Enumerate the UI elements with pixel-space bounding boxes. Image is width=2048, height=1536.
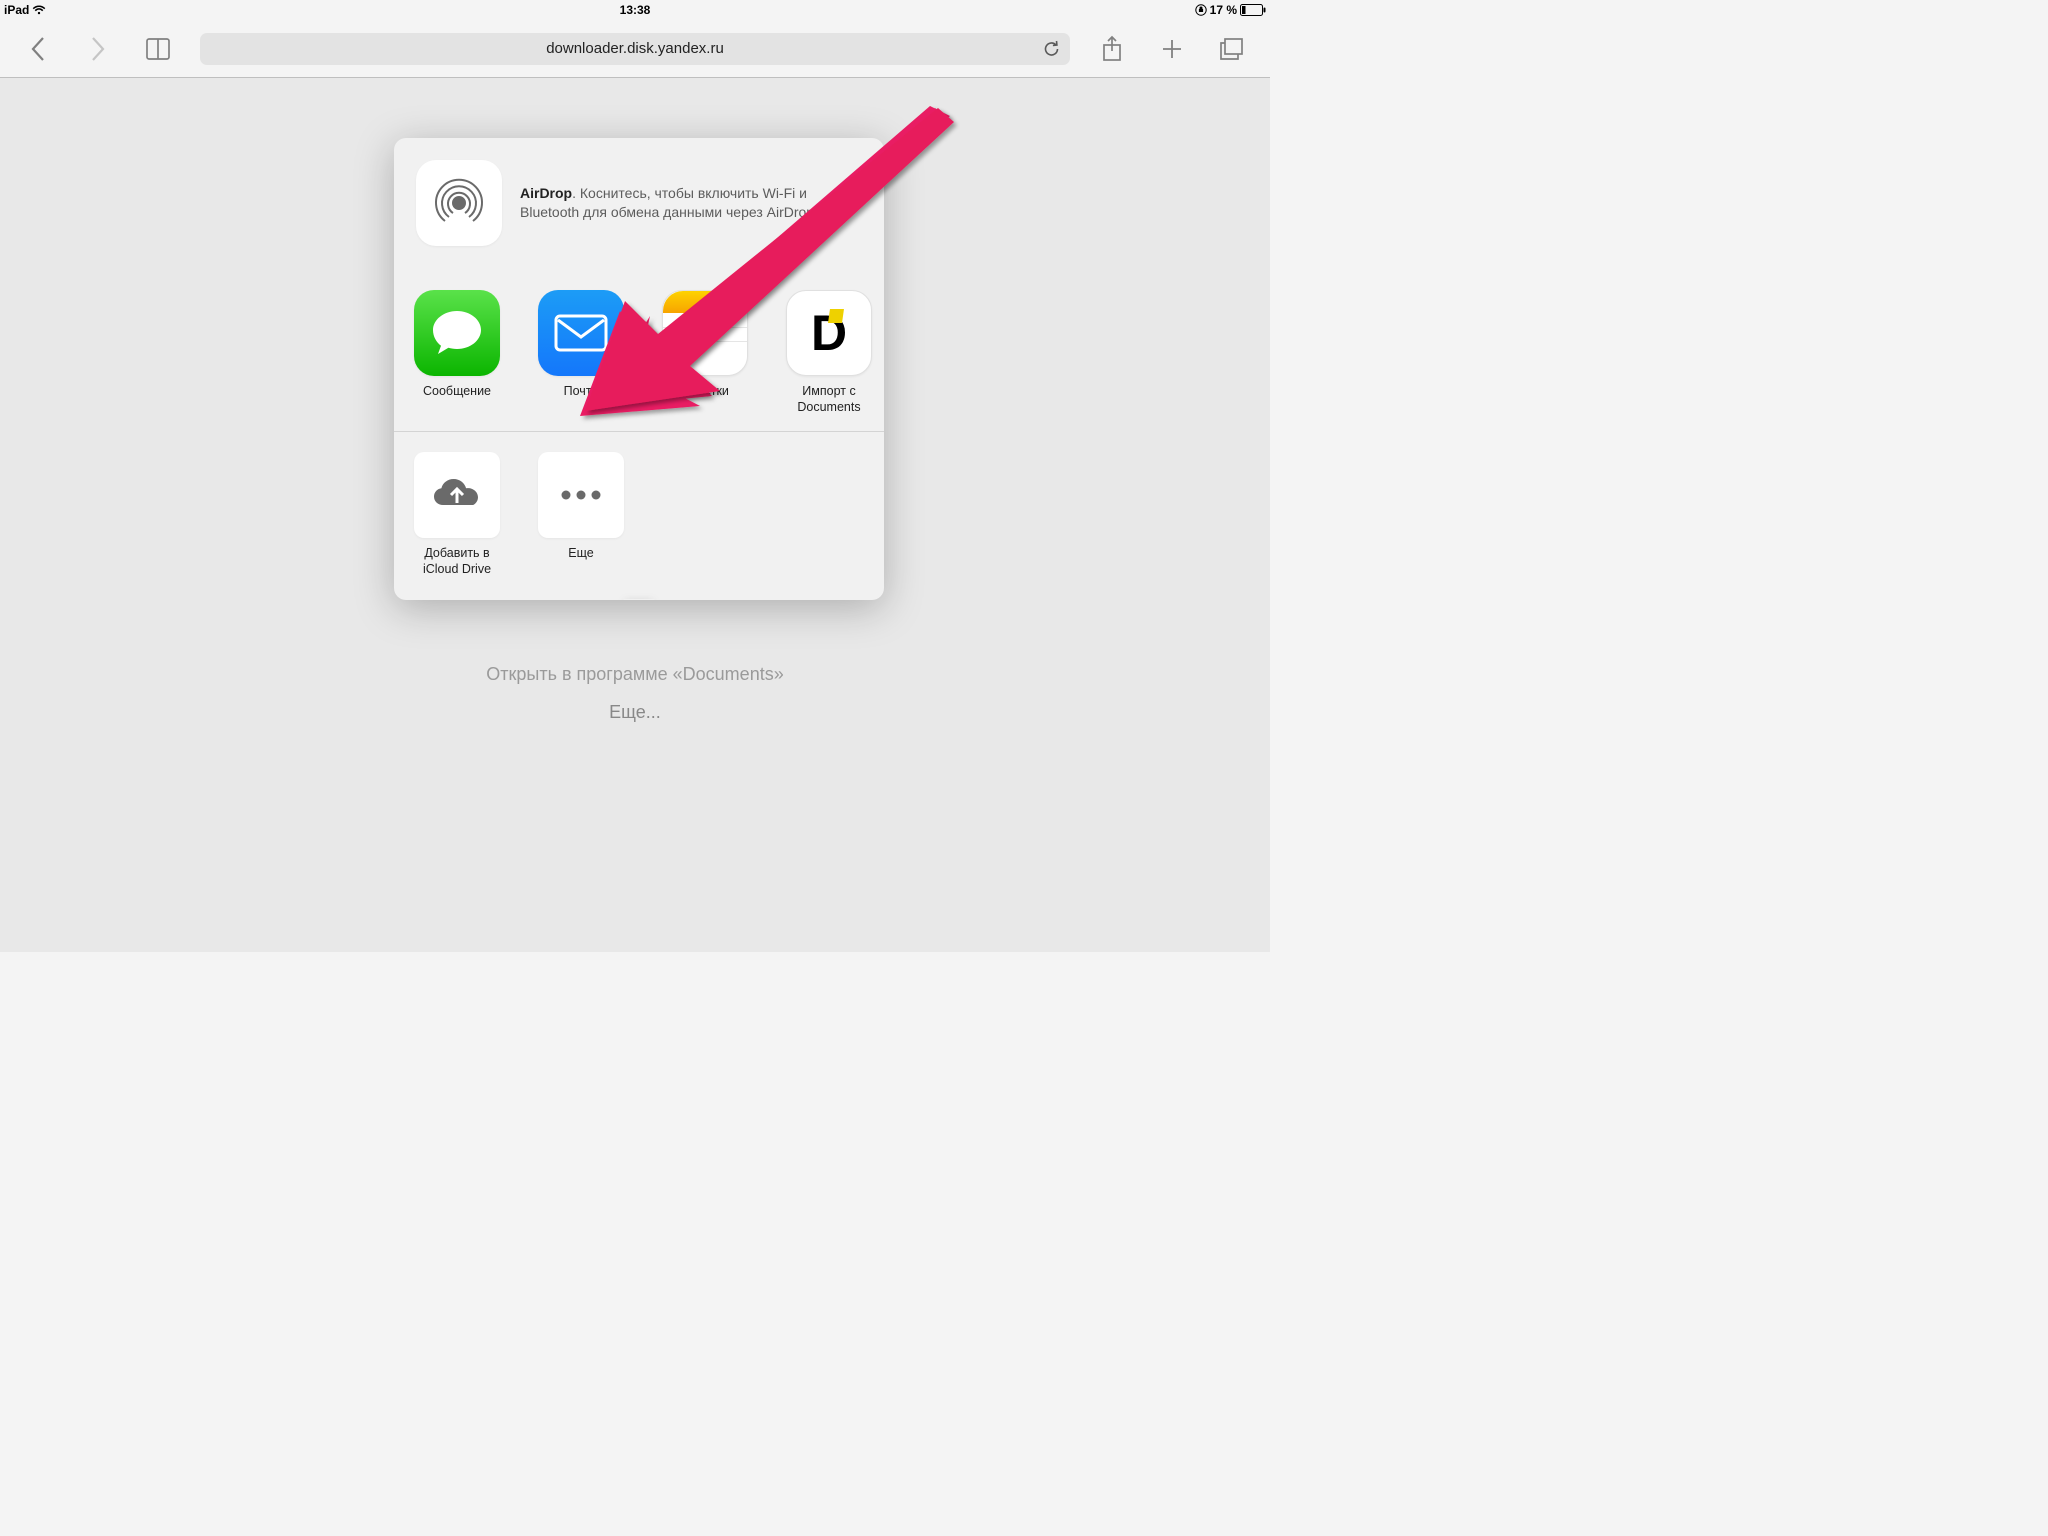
more-label: Еще — [568, 546, 593, 562]
icloud-drive-label: Добавить в iCloud Drive — [406, 546, 508, 577]
notes-label: Заметки — [681, 384, 729, 400]
share-sheet: AirDrop. Коснитесь, чтобы включить Wi-Fi… — [394, 138, 884, 600]
messages-label: Сообщение — [423, 384, 491, 400]
reload-button[interactable] — [1043, 40, 1060, 58]
status-bar: iPad 13:38 17 % — [0, 0, 1270, 20]
forward-button[interactable] — [74, 25, 122, 73]
status-time: 13:38 — [620, 3, 651, 17]
action-more[interactable]: Еще — [530, 452, 632, 577]
share-actions-row: Добавить в iCloud Drive Еще — [394, 431, 884, 599]
device-label: iPad — [4, 3, 29, 17]
airdrop-text: AirDrop. Коснитесь, чтобы включить Wi-Fi… — [520, 184, 840, 222]
mail-icon — [538, 290, 624, 376]
new-tab-button[interactable] — [1148, 25, 1196, 73]
action-icloud-drive[interactable]: Добавить в iCloud Drive — [406, 452, 508, 577]
page-content: Открыть в программе «Documents» Еще... A… — [0, 78, 1270, 952]
mail-label: Почта — [564, 384, 599, 400]
documents-icon: D — [786, 290, 872, 376]
share-apps-row[interactable]: Сообщение Почта Заметки D Импорт с Docum… — [394, 268, 884, 431]
share-app-mail[interactable]: Почта — [530, 290, 632, 415]
orientation-lock-icon — [1195, 4, 1207, 16]
documents-label: Импорт с Documents — [778, 384, 880, 415]
battery-icon — [1240, 4, 1266, 16]
status-left: iPad — [4, 3, 46, 17]
address-bar-text: downloader.disk.yandex.ru — [546, 40, 724, 57]
safari-toolbar: downloader.disk.yandex.ru — [0, 20, 1270, 78]
airdrop-section[interactable]: AirDrop. Коснитесь, чтобы включить Wi-Fi… — [394, 138, 884, 268]
notes-icon — [662, 290, 748, 376]
address-bar[interactable]: downloader.disk.yandex.ru — [200, 33, 1070, 65]
share-app-notes[interactable]: Заметки — [654, 290, 756, 415]
battery-percent: 17 % — [1210, 3, 1237, 17]
bg-line1: Открыть в программе «Documents» — [0, 664, 1270, 685]
share-app-messages[interactable]: Сообщение — [406, 290, 508, 415]
share-app-documents[interactable]: D Импорт с Documents — [778, 290, 880, 415]
share-button[interactable] — [1088, 25, 1136, 73]
back-button[interactable] — [14, 25, 62, 73]
more-icon — [538, 452, 624, 538]
bg-line2[interactable]: Еще... — [0, 702, 1270, 723]
tabs-button[interactable] — [1208, 25, 1256, 73]
wifi-icon — [32, 5, 46, 15]
status-right: 17 % — [1195, 3, 1266, 17]
bookmarks-button[interactable] — [134, 25, 182, 73]
airdrop-title: AirDrop — [520, 185, 572, 201]
icloud-drive-icon — [414, 452, 500, 538]
messages-icon — [414, 290, 500, 376]
airdrop-icon — [416, 160, 502, 246]
